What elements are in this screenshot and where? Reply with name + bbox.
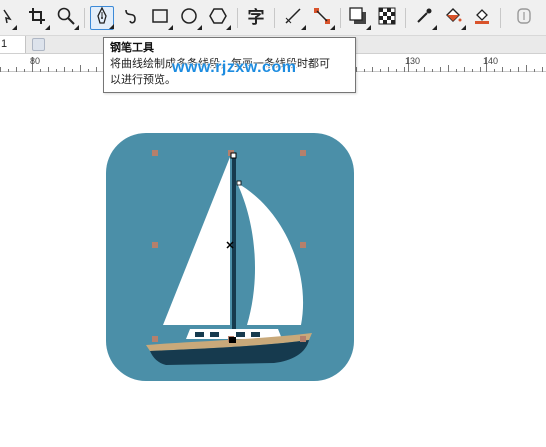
node-marker <box>152 150 158 156</box>
eyedropper-tool[interactable] <box>412 6 437 30</box>
text-zi-icon: 字 <box>247 8 265 28</box>
path-node <box>229 337 236 343</box>
ruler-label-140: 140 <box>483 56 499 66</box>
rounded-rect-icon <box>514 6 534 30</box>
interactive-fill-tool[interactable] <box>441 6 466 30</box>
pen-tool[interactable] <box>90 6 114 30</box>
transparency-tool[interactable] <box>375 6 399 30</box>
cabin-window-2 <box>210 332 219 337</box>
curve-icon <box>121 6 141 30</box>
cabin-window-4 <box>251 332 260 337</box>
hexagon-icon <box>208 6 228 30</box>
rectangle-icon <box>150 6 170 30</box>
crop-icon <box>27 6 47 30</box>
dimension-tool[interactable] <box>281 6 306 30</box>
ruler-label-130: 130 <box>405 56 421 66</box>
paint-bucket-icon <box>443 6 463 30</box>
ellipse-icon <box>179 6 199 30</box>
magnifier-icon <box>56 6 76 30</box>
zoom-tool[interactable] <box>54 6 79 30</box>
path-node <box>236 180 242 186</box>
connector-icon <box>312 6 332 30</box>
shadow-icon <box>348 6 368 30</box>
node-marker <box>300 336 306 342</box>
page-number-field[interactable]: 1 <box>0 36 26 53</box>
ruler-label-80: 80 <box>30 56 41 66</box>
eyedropper-icon <box>414 6 434 30</box>
text-tool[interactable]: 字 <box>244 6 268 30</box>
line-icon <box>283 6 303 30</box>
cabin-window-1 <box>195 332 204 337</box>
pick-tool[interactable] <box>0 6 17 30</box>
extra-tool[interactable] <box>512 6 536 30</box>
path-node <box>230 152 237 159</box>
rectangle-tool[interactable] <box>148 6 173 30</box>
page-toggle-button[interactable] <box>32 38 45 51</box>
watermark: www.rjzxw.com <box>172 59 297 76</box>
node-marker <box>152 336 158 342</box>
tooltip-title: 钢笔工具 <box>110 41 154 54</box>
crop-tool[interactable] <box>25 6 50 30</box>
polygon-tool[interactable] <box>206 6 231 30</box>
sailboat-artwork[interactable] <box>106 133 356 387</box>
bspline-tool[interactable] <box>119 6 143 30</box>
node-marker <box>152 242 158 248</box>
cabin-window-3 <box>236 332 245 337</box>
checkerboard-icon <box>377 6 397 30</box>
mast <box>232 155 236 335</box>
connector-tool[interactable] <box>310 6 335 30</box>
smart-fill-tool[interactable] <box>470 6 494 30</box>
node-marker <box>300 150 306 156</box>
drop-shadow-tool[interactable] <box>346 6 371 30</box>
smart-fill-icon <box>472 6 492 30</box>
node-marker <box>300 242 306 248</box>
drawing-canvas[interactable] <box>0 73 546 447</box>
ellipse-tool[interactable] <box>177 6 202 30</box>
main-toolbar: 字 <box>0 0 546 36</box>
